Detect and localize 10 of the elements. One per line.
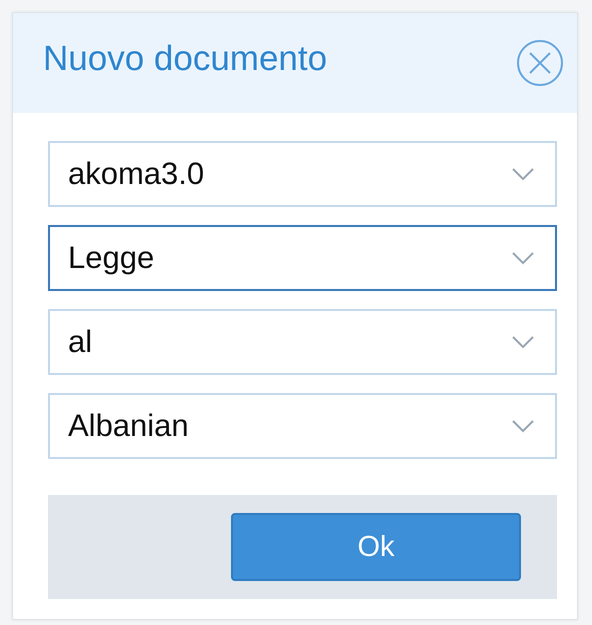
chevron-down-icon <box>511 251 535 265</box>
select-field[interactable]: Legge <box>48 225 557 291</box>
chevron-down-icon <box>511 419 535 433</box>
dialog-title: Nuovo documento <box>43 39 328 79</box>
select-field[interactable]: akoma3.0 <box>48 141 557 207</box>
chevron-down-icon <box>511 167 535 181</box>
select-field[interactable]: Albanian <box>48 393 557 459</box>
select-field[interactable]: al <box>48 309 557 375</box>
close-icon[interactable] <box>515 38 565 88</box>
chevron-down-icon <box>511 335 535 349</box>
